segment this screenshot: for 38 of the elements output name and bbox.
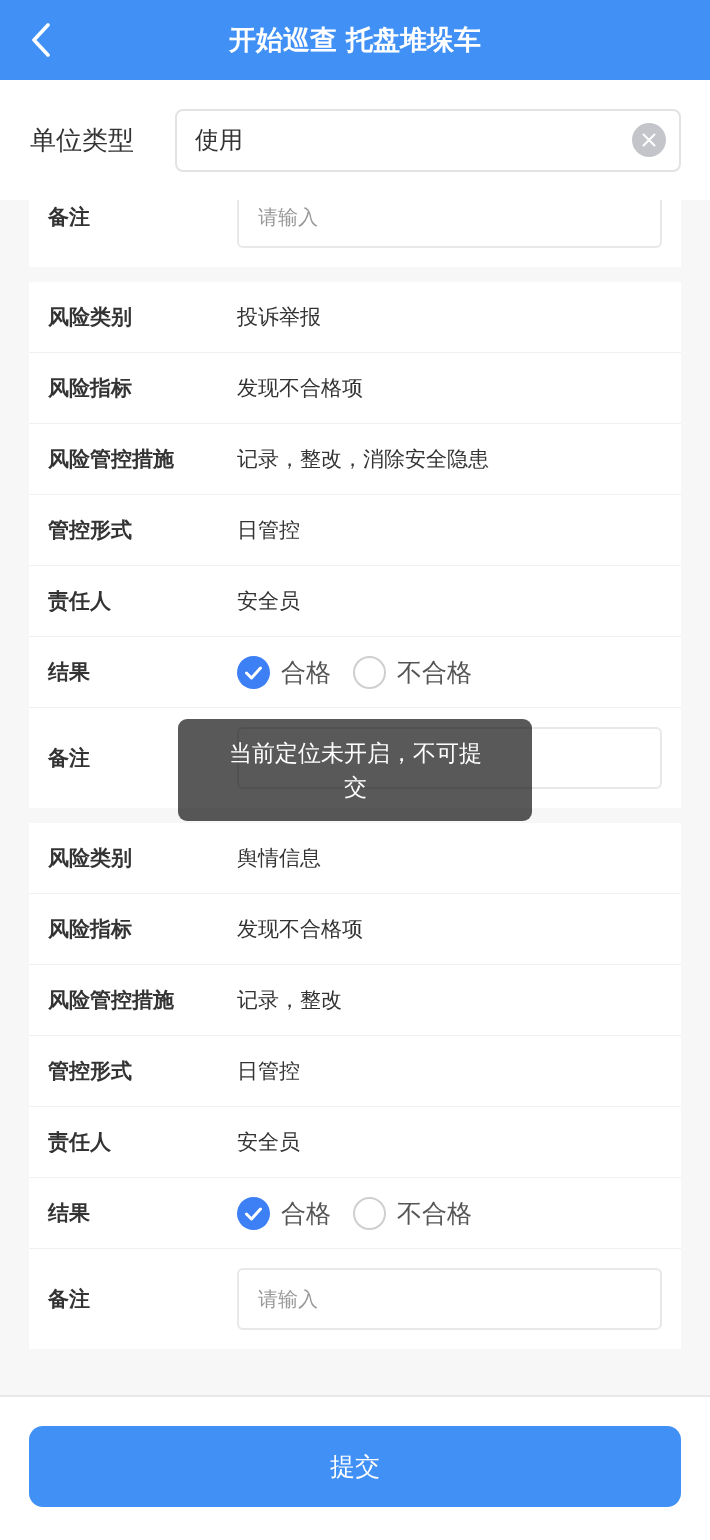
field-label: 管控形式 — [48, 1059, 132, 1083]
field-label: 备注 — [48, 205, 90, 229]
field-value: 日管控 — [237, 517, 300, 544]
input-field[interactable]: 请输入 — [237, 1268, 662, 1330]
radio-option[interactable]: 合格 — [237, 1196, 331, 1230]
field-value: 安全员 — [237, 1129, 300, 1156]
field-value: 投诉举报 — [237, 304, 321, 331]
clear-icon[interactable] — [632, 123, 666, 157]
field-label: 风险指标 — [48, 376, 132, 400]
toast-message: 当前定位未开启，不可提交 — [178, 719, 532, 821]
field-label: 风险管控措施 — [48, 988, 174, 1012]
field-label: 备注 — [48, 746, 90, 770]
back-button[interactable] — [31, 23, 51, 57]
field-value: 舆情信息 — [237, 845, 321, 872]
unit-type-field[interactable]: 使用 — [175, 108, 681, 172]
radio-option[interactable]: 不合格 — [353, 655, 472, 689]
field-value: 安全员 — [237, 588, 300, 615]
field-label: 结果 — [48, 1201, 90, 1225]
back-icon — [31, 23, 51, 57]
field-value: 发现不合格项 — [237, 375, 363, 402]
field-label: 风险管控措施 — [48, 447, 174, 471]
field-label: 备注 — [48, 1287, 90, 1311]
field-value: 发现不合格项 — [237, 916, 363, 943]
field-label: 单位类型 — [30, 123, 134, 157]
field-label: 结果 — [48, 660, 90, 684]
field-label: 管控形式 — [48, 518, 132, 542]
page-title: 开始巡查 托盘堆垛车 — [228, 23, 482, 57]
field-label: 风险指标 — [48, 917, 132, 941]
field-value: 日管控 — [237, 1058, 300, 1085]
field-label: 风险类别 — [48, 305, 132, 329]
field-value: 记录，整改，消除安全隐患 — [237, 446, 489, 473]
field-value: 记录，整改 — [237, 987, 342, 1014]
input-field[interactable]: 请输入 — [237, 200, 662, 248]
field-label: 责任人 — [48, 589, 111, 613]
radio-option[interactable]: 不合格 — [353, 1196, 472, 1230]
radio-option[interactable]: 合格 — [237, 655, 331, 689]
field-label: 风险类别 — [48, 846, 132, 870]
field-label: 责任人 — [48, 1130, 111, 1154]
